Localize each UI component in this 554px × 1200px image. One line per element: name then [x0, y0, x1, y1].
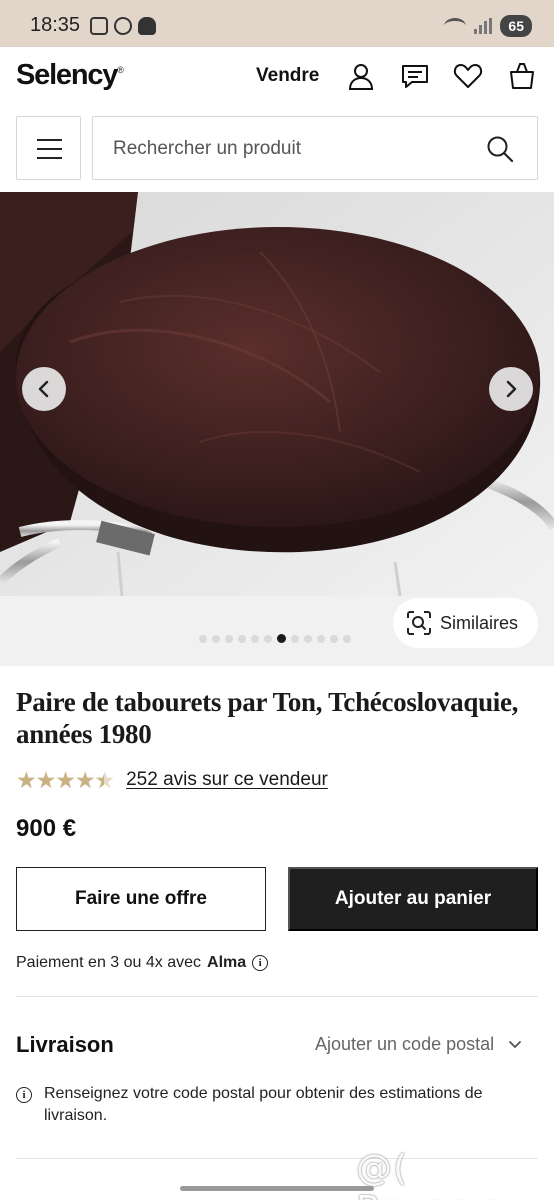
notification-icons: [90, 17, 156, 35]
gallery-footer: Similaires: [0, 596, 554, 666]
search-input[interactable]: Rechercher un produit: [92, 116, 538, 180]
registered-mark: ®: [117, 65, 124, 75]
postal-link-label: Ajouter un code postal: [315, 1034, 495, 1054]
status-time: 18:35: [30, 14, 81, 36]
home-indicator[interactable]: [180, 1186, 374, 1191]
status-bar: 18:35 65: [0, 0, 554, 47]
hamburger-line: [37, 139, 62, 141]
chevron-down-icon: [509, 1040, 522, 1048]
gallery-dot[interactable]: [264, 634, 272, 643]
make-offer-button[interactable]: Faire une offre: [16, 867, 266, 931]
gallery-dot[interactable]: [251, 634, 259, 643]
payment-info: Paiement en 3 ou 4x avec Alma i: [16, 954, 269, 972]
search-icon[interactable]: [485, 134, 515, 164]
gallery-dot[interactable]: [238, 634, 246, 643]
rating-stars-filled: ★★★★★: [16, 768, 104, 792]
logo-text: Selency: [16, 59, 118, 91]
product-image: [0, 192, 554, 596]
gallery-dot[interactable]: [291, 634, 299, 643]
previous-image-button[interactable]: [22, 367, 66, 411]
logo[interactable]: Selency®: [16, 59, 124, 92]
info-icon[interactable]: i: [252, 955, 269, 971]
wifi-icon: [444, 18, 467, 34]
weather-icon: [138, 17, 156, 35]
similar-button[interactable]: Similaires: [393, 598, 538, 648]
info-icon: i: [16, 1087, 32, 1103]
seller-reviews-link[interactable]: 252 avis sur ce vendeur: [126, 769, 328, 791]
messages-icon[interactable]: [400, 61, 430, 91]
gallery-dot[interactable]: [330, 634, 338, 643]
delivery-note: i Renseignez votre code postal pour obte…: [16, 1083, 538, 1127]
product-price: 900 €: [16, 815, 77, 842]
gallery-pagination[interactable]: [199, 634, 351, 643]
gallery-dot[interactable]: [199, 634, 207, 643]
gallery-dot[interactable]: [343, 634, 351, 643]
divider: [16, 996, 538, 997]
battery-indicator: 65: [500, 15, 532, 37]
chevron-left-icon: [38, 380, 49, 398]
gallery-dot[interactable]: [225, 634, 233, 643]
screenshot-icon: [90, 17, 108, 35]
site-header: Selency® Vendre: [0, 47, 554, 109]
gallery-dot[interactable]: [277, 634, 286, 643]
gallery-dot[interactable]: [304, 634, 312, 643]
alma-brand: Alma: [207, 954, 247, 971]
add-to-cart-button[interactable]: Ajouter au panier: [288, 867, 538, 931]
visual-search-icon: [407, 611, 431, 635]
sell-link[interactable]: Vendre: [256, 65, 319, 87]
add-postal-code-link[interactable]: Ajouter un code postal: [315, 1034, 522, 1055]
next-image-button[interactable]: [489, 367, 533, 411]
gallery-dot[interactable]: [317, 634, 325, 643]
payment-text: Paiement en 3 ou 4x avec: [16, 954, 202, 971]
product-gallery[interactable]: [0, 192, 554, 596]
signal-icon: [474, 18, 493, 34]
similar-label: Similaires: [440, 612, 519, 633]
hamburger-line: [37, 157, 62, 159]
seller-rating: ★★★★★ ★★★★★ 252 avis sur ce vendeur: [16, 768, 328, 792]
delivery-title: Livraison: [16, 1032, 114, 1057]
account-icon[interactable]: [346, 61, 376, 91]
delivery-note-text: Renseignez votre code postal pour obteni…: [44, 1085, 483, 1124]
alarm-icon: [114, 17, 132, 35]
product-title: Paire de tabourets par Ton, Tchécoslovaq…: [16, 687, 519, 749]
watermark: @( Bazos.cz: [356, 1148, 520, 1200]
menu-button[interactable]: [16, 116, 81, 180]
rating-stars: ★★★★★ ★★★★★: [16, 768, 115, 792]
search-placeholder: Rechercher un produit: [113, 138, 301, 159]
hamburger-line: [37, 148, 62, 150]
gallery-dot[interactable]: [212, 634, 220, 643]
cart-icon[interactable]: [507, 61, 537, 91]
chevron-right-icon: [506, 380, 517, 398]
heart-icon[interactable]: [453, 61, 483, 91]
